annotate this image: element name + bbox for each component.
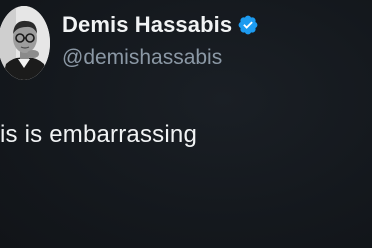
author-display-name[interactable]: Demis Hassabis xyxy=(62,12,232,38)
tweet-text: is is embarrassing xyxy=(0,121,197,148)
tweet-card: Demis Hassabis @demishassabis is is emba… xyxy=(0,0,372,248)
author-handle[interactable]: @demishassabis xyxy=(62,46,222,70)
verified-badge-icon xyxy=(238,15,258,35)
author-name-row: Demis Hassabis xyxy=(62,12,259,38)
avatar[interactable] xyxy=(0,6,50,80)
profile-photo-icon xyxy=(0,6,50,80)
